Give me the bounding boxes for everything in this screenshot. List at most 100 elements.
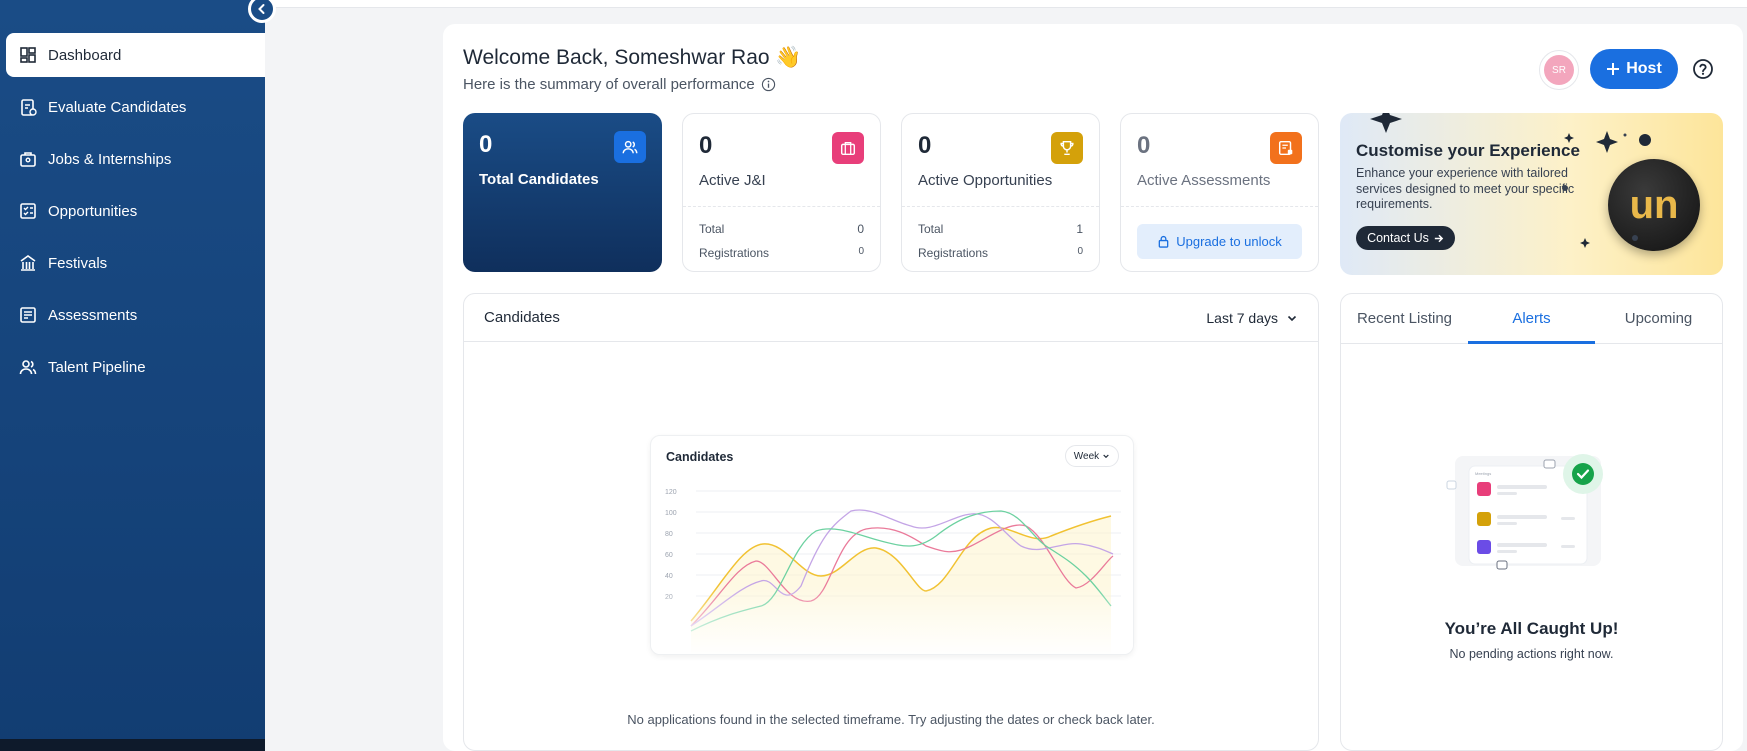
building-icon: [20, 255, 36, 271]
sidebar-item-label: Opportunities: [48, 202, 138, 220]
host-label: Host: [1626, 60, 1662, 77]
sidebar-item-label: Evaluate Candidates: [48, 98, 187, 116]
all-caught-up-title: You’re All Caught Up!: [1444, 619, 1619, 638]
y-tick: 120: [665, 489, 677, 496]
sidebar-item-dashboard[interactable]: Dashboard: [6, 33, 265, 77]
lock-icon: [1158, 235, 1169, 248]
users-icon: [19, 360, 37, 375]
sidebar-item-label: Jobs & Internships: [48, 150, 172, 168]
sidebar: Dashboard Evaluate Candidates Jobs & Int…: [0, 0, 276, 751]
sidebar-item-opportunities[interactable]: Opportunities: [0, 189, 265, 233]
registrations-label: Registrations: [699, 246, 770, 260]
sidebar-item-label: Assessments: [48, 306, 138, 324]
sidebar-item-evaluate-candidates[interactable]: Evaluate Candidates: [0, 85, 265, 129]
registrations-row: Registrations 0: [699, 246, 864, 260]
plus-icon: [1607, 63, 1620, 75]
total-value: 0: [857, 222, 864, 236]
assessment-icon: [1270, 132, 1302, 164]
date-range-dropdown[interactable]: Last 7 days: [1206, 310, 1298, 326]
card-divider: [1121, 206, 1318, 207]
date-range-value: Last 7 days: [1206, 309, 1278, 326]
summary-subtitle: Here is the summary of overall performan…: [463, 76, 776, 93]
y-tick: 40: [665, 573, 673, 580]
total-candidates-value: 0: [479, 131, 493, 158]
sidebar-item-talent-pipeline[interactable]: Talent Pipeline: [0, 345, 265, 389]
registrations-value: 0: [858, 246, 864, 257]
sidebar-nav: Dashboard Evaluate Candidates Jobs & Int…: [0, 33, 265, 397]
y-tick: 100: [665, 510, 677, 517]
sidebar-footer: [0, 739, 265, 751]
customise-experience-banner: Customise your Experience Enhance your e…: [1340, 113, 1723, 275]
tab-upcoming[interactable]: Upcoming: [1595, 294, 1722, 343]
sidebar-item-label: Talent Pipeline: [48, 358, 146, 376]
activity-tabs-panel: Recent Listing Alerts Upcoming Meetings …: [1340, 293, 1723, 751]
dashboard-icon: [20, 47, 36, 63]
collapse-sidebar-button[interactable]: [248, 0, 276, 23]
chevron-left-icon: [258, 4, 265, 14]
sparkle-icon: [1370, 113, 1402, 133]
active-ji-card[interactable]: 0 Active J&I Total 0 Registrations 0: [682, 113, 881, 272]
sidebar-item-festivals[interactable]: Festivals: [0, 241, 265, 285]
upgrade-to-unlock-button[interactable]: Upgrade to unlock: [1137, 224, 1302, 259]
promo-description: Enhance your experience with tailored se…: [1356, 166, 1575, 211]
registrations-label: Registrations: [918, 246, 989, 260]
activity-tabs: Recent Listing Alerts Upcoming: [1341, 294, 1722, 344]
total-candidates-label: Total Candidates: [479, 171, 599, 188]
total-label: Total: [699, 222, 725, 236]
tab-alerts[interactable]: Alerts: [1468, 294, 1595, 344]
chevron-down-icon: [1287, 315, 1297, 321]
summary-text: Here is the summary of overall performan…: [463, 76, 755, 93]
trophy-icon: [1051, 132, 1083, 164]
preview-chart-svg: 120 100 80 60 40 20: [651, 489, 1133, 654]
all-caught-up-illustration: Meetings: [1446, 454, 1603, 570]
promo-title: Customise your Experience: [1356, 141, 1580, 160]
document-icon: [20, 307, 36, 323]
all-caught-up-subtitle: No pending actions right now.: [1449, 647, 1614, 661]
y-tick: 60: [665, 552, 673, 559]
decorative-stars: [1562, 131, 1651, 248]
total-value: 1: [1076, 222, 1083, 236]
empty-state-message: No applications found in the selected ti…: [627, 712, 1155, 727]
candidates-title: Candidates: [484, 309, 560, 326]
top-bar: [265, 0, 1747, 8]
total-label: Total: [918, 222, 944, 236]
tab-recent-listing[interactable]: Recent Listing: [1341, 294, 1468, 343]
registrations-value: 0: [1077, 246, 1083, 257]
card-divider: [902, 206, 1099, 207]
active-ji-label: Active J&I: [699, 172, 766, 189]
card-divider: [683, 206, 880, 207]
registrations-row: Registrations 0: [918, 246, 1083, 260]
candidates-preview-chart: Candidates Week 120 100 80 60 40 20: [650, 435, 1134, 655]
active-opportunities-value: 0: [918, 132, 932, 159]
sidebar-item-label: Dashboard: [48, 46, 122, 64]
help-icon[interactable]: [1692, 58, 1714, 80]
active-opportunities-label: Active Opportunities: [918, 172, 1053, 189]
info-icon[interactable]: [761, 77, 776, 92]
illustration-header: Meetings: [1475, 471, 1491, 476]
active-assessments-card[interactable]: 0 Active Assessments Upgrade to unlock: [1120, 113, 1319, 272]
active-assessments-label: Active Assessments: [1137, 172, 1271, 189]
sidebar-item-jobs-internships[interactable]: Jobs & Internships: [0, 137, 265, 181]
briefcase-icon: [832, 132, 864, 164]
sidebar-item-label: Festivals: [48, 254, 108, 272]
avatar[interactable]: SR: [1539, 50, 1579, 90]
total-row: Total 0: [699, 222, 864, 236]
users-icon: [614, 131, 646, 163]
total-candidates-card[interactable]: 0 Total Candidates: [463, 113, 662, 272]
welcome-title: Welcome Back, Someshwar Rao 👋: [463, 46, 802, 69]
arrow-right-icon: [1434, 234, 1444, 242]
active-ji-value: 0: [699, 132, 713, 159]
contact-us-label: Contact Us: [1367, 231, 1429, 245]
briefcase-icon: [20, 152, 36, 167]
clipboard-icon: [21, 99, 37, 116]
avatar-initials: SR: [1544, 55, 1574, 85]
host-button[interactable]: Host: [1590, 49, 1678, 89]
sidebar-item-assessments[interactable]: Assessments: [0, 293, 265, 337]
upgrade-label: Upgrade to unlock: [1176, 234, 1282, 249]
contact-us-button[interactable]: Contact Us: [1356, 226, 1455, 250]
total-row: Total 1: [918, 222, 1083, 236]
checklist-icon: [20, 203, 36, 219]
candidates-panel: Candidates Last 7 days Candidates Week 1…: [463, 293, 1319, 751]
y-tick: 80: [665, 531, 673, 538]
active-opportunities-card[interactable]: 0 Active Opportunities Total 1 Registrat…: [901, 113, 1100, 272]
